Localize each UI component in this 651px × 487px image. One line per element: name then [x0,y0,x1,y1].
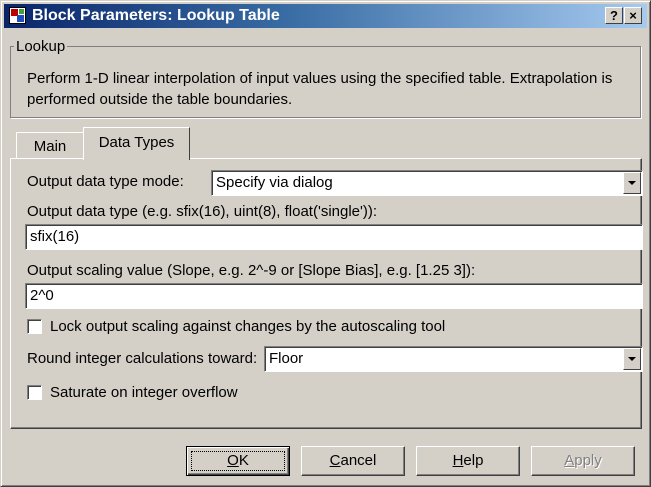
cancel-label: ancel [340,452,377,469]
round-value: Floor [269,350,304,367]
scaling-input[interactable]: 2^0 [25,283,643,309]
help-caption-button[interactable]: ? [605,7,623,24]
groupbox-legend: Lookup [14,38,68,55]
cancel-button[interactable]: Cancel [301,446,405,476]
apply-label: pply [574,452,602,469]
cancel-mnemonic: C [329,452,341,469]
help-label: elp [463,452,484,469]
close-caption-button[interactable]: × [624,7,642,24]
saturate-label[interactable]: Saturate on integer overflow [50,384,238,401]
window-title: Block Parameters: Lookup Table [32,7,280,24]
output-mode-label: Output data type mode: [27,173,184,190]
ok-button[interactable]: OK [186,446,290,476]
scaling-value: 2^0 [30,287,54,304]
scaling-label: Output scaling value (Slope, e.g. 2^-9 o… [27,262,476,279]
tab-data-types-label: Data Types [98,134,175,151]
tab-main-label: Main [33,138,67,155]
title-bar[interactable]: Block Parameters: Lookup Table ? × [4,4,647,28]
chevron-down-icon[interactable] [623,348,641,370]
tab-main[interactable]: Main [16,132,84,158]
output-type-input[interactable]: sfix(16) [25,224,643,250]
apply-mnemonic: A [564,452,575,469]
output-type-label: Output data type (e.g. sfix(16), uint(8)… [27,203,378,220]
round-label: Round integer calculations toward: [27,350,258,367]
saturate-checkbox[interactable] [27,385,42,400]
chevron-down-icon[interactable] [623,172,641,194]
apply-button[interactable]: Apply [531,446,635,476]
output-mode-select[interactable]: Specify via dialog [211,170,643,196]
help-mnemonic: H [452,452,464,469]
lock-scaling-checkbox[interactable] [27,319,42,334]
output-type-value: sfix(16) [30,228,80,245]
simulink-block-icon [9,7,26,24]
round-select[interactable]: Floor [264,346,643,372]
help-button[interactable]: Help [416,446,520,476]
lock-scaling-label[interactable]: Lock output scaling against changes by t… [50,318,445,335]
block-description: Perform 1-D linear interpolation of inpu… [27,70,613,108]
output-mode-value: Specify via dialog [216,174,333,191]
tab-data-types[interactable]: Data Types [83,127,190,160]
block-parameters-dialog: Block Parameters: Lookup Table ? × Looku… [0,0,651,487]
